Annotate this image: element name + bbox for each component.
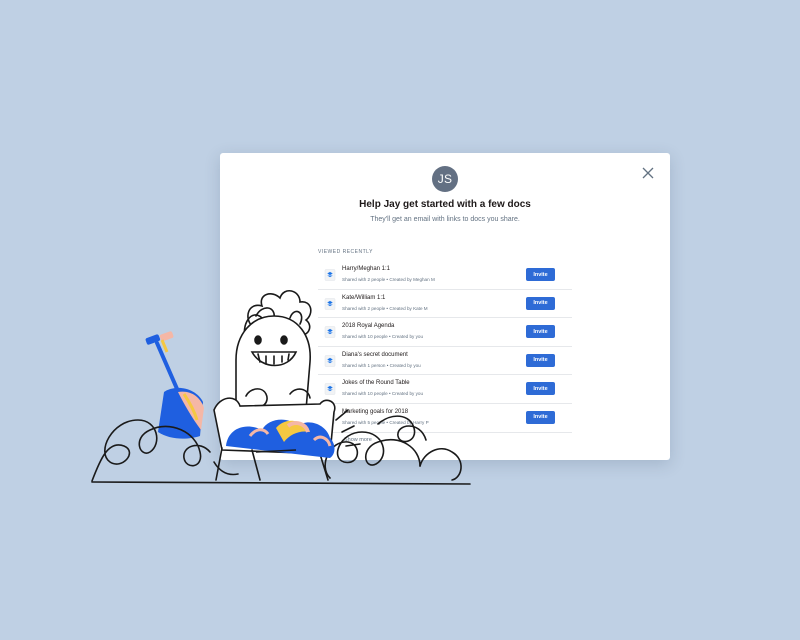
section-label: VIEWED RECENTLY <box>318 249 373 255</box>
show-more-label: Show more <box>344 437 372 443</box>
doc-meta: Shared with 5 people • Created by Harry … <box>342 419 429 425</box>
close-icon[interactable] <box>640 165 656 181</box>
invite-button[interactable]: Invite <box>526 353 555 367</box>
doc-name[interactable]: Diana's secret document <box>342 352 408 358</box>
share-docs-modal: JS Help Jay get started with a few docs … <box>220 153 670 460</box>
paper-doc-icon <box>324 326 336 338</box>
paper-doc-icon <box>324 297 336 310</box>
invite-button[interactable]: Invite <box>526 325 555 339</box>
doc-name[interactable]: Marketing goals for 2018 <box>342 409 408 415</box>
plus-icon: + <box>327 436 331 442</box>
list-item: Harry/Meghan 1:1 Shared with 2 people • … <box>318 261 572 290</box>
avatar: JS <box>432 166 458 192</box>
doc-name[interactable]: 2018 Royal Agenda <box>342 323 394 329</box>
paper-doc-icon <box>324 355 336 367</box>
doc-name[interactable]: Kate/William 1:1 <box>342 295 385 301</box>
list-item: Kate/William 1:1 Shared with 2 people • … <box>318 290 572 319</box>
modal-title: Help Jay get started with a few docs <box>359 199 531 210</box>
invite-button[interactable]: Invite <box>526 382 555 396</box>
list-item: 2018 Royal Agenda Shared with 10 people … <box>318 318 572 347</box>
list-item: Diana's secret document Shared with 1 pe… <box>318 347 572 376</box>
show-more-button[interactable]: + Show more <box>318 434 398 448</box>
shovel-drawing <box>145 331 204 439</box>
invite-button[interactable]: Invite <box>526 268 555 281</box>
doc-meta: Shared with 2 people • Created by Kate M <box>342 305 428 311</box>
paper-doc-icon <box>324 412 336 424</box>
invite-button[interactable]: Invite <box>526 410 555 424</box>
modal-subtitle: They'll get an email with links to docs … <box>370 216 520 223</box>
doc-meta: Shared with 10 people • Created by you <box>342 391 424 397</box>
list-item: Jokes of the Round Table Shared with 10 … <box>318 375 572 404</box>
doc-meta: Shared with 2 people • Created by Meghan… <box>342 277 435 282</box>
doc-meta: Shared with 10 people • Created by you <box>342 334 424 340</box>
doc-name[interactable]: Jokes of the Round Table <box>342 380 410 386</box>
doc-meta: Shared with 1 person • Created by you <box>342 362 421 368</box>
doc-name[interactable]: Harry/Meghan 1:1 <box>342 266 390 272</box>
invite-button[interactable]: Invite <box>526 296 555 310</box>
doc-list: Harry/Meghan 1:1 Shared with 2 people • … <box>318 261 572 433</box>
paper-doc-icon <box>324 383 336 396</box>
paper-doc-icon <box>324 269 336 281</box>
list-item: Marketing goals for 2018 Shared with 5 p… <box>318 404 572 433</box>
